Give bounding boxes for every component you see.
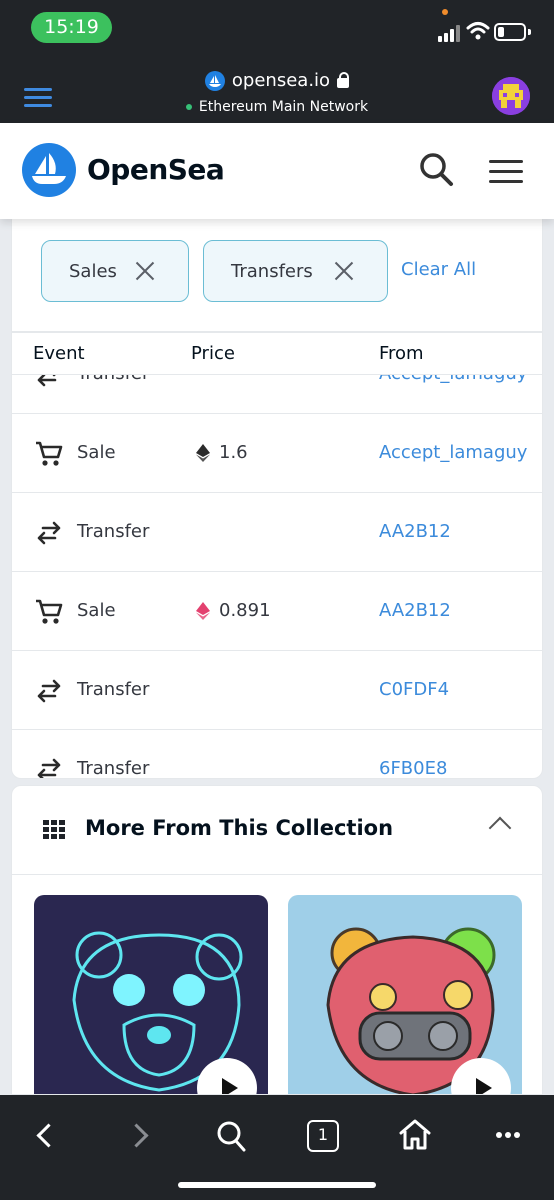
cart-icon xyxy=(35,599,63,625)
column-header-price: Price xyxy=(191,343,235,364)
url-display[interactable]: opensea.io xyxy=(0,70,554,96)
event-type: Transfer xyxy=(77,679,150,700)
table-row[interactable]: Sale 0.891 AA2B12 xyxy=(12,572,542,651)
filter-chip-label: Transfers xyxy=(231,260,313,282)
search-icon[interactable] xyxy=(216,1120,246,1152)
transfer-icon xyxy=(35,757,63,778)
from-account-link[interactable]: AA2B12 xyxy=(379,600,451,621)
cart-icon xyxy=(35,441,63,467)
battery-icon xyxy=(494,23,526,41)
filter-chip-label: Sales xyxy=(69,260,117,282)
table-row[interactable]: Transfer AA2B12 xyxy=(12,493,542,572)
network-indicator: Ethereum Main Network xyxy=(0,99,554,115)
home-icon[interactable] xyxy=(398,1117,432,1151)
battery-cap xyxy=(528,29,531,35)
price-value: 1.6 xyxy=(219,442,248,463)
wallet-avatar[interactable] xyxy=(492,77,530,115)
filter-chip-transfers[interactable]: Transfers xyxy=(203,240,388,302)
chevron-up-icon[interactable] xyxy=(488,816,512,840)
privacy-indicator-dot xyxy=(442,9,448,15)
column-header-from: From xyxy=(379,343,424,364)
lock-icon xyxy=(337,71,350,88)
table-row[interactable]: Sale 1.6 Accept_lamaguy xyxy=(12,414,542,493)
close-icon[interactable] xyxy=(135,261,155,281)
ethereum-icon xyxy=(196,444,210,462)
more-from-collection-panel: More From This Collection xyxy=(11,785,543,1095)
ethereum-icon xyxy=(196,602,210,620)
home-indicator xyxy=(178,1182,376,1188)
table-row[interactable]: Transfer 6FB0E8 xyxy=(12,730,542,779)
tabs-button[interactable]: 1 xyxy=(307,1120,339,1152)
url-text: opensea.io xyxy=(231,70,331,91)
transfer-icon xyxy=(35,678,63,704)
table-body[interactable]: Transfer Accept_lamaguySale 1.6 Accept_lama… xyxy=(12,333,542,779)
event-type: Sale xyxy=(77,442,116,463)
event-type: Transfer xyxy=(77,758,150,779)
from-account-link[interactable]: C0FDF4 xyxy=(379,679,449,700)
search-icon[interactable] xyxy=(418,151,454,187)
wifi-icon xyxy=(466,22,490,40)
cellular-signal-icon xyxy=(438,24,460,42)
brand-name[interactable]: OpenSea xyxy=(87,153,225,186)
transfer-icon xyxy=(35,520,63,546)
nft-card-neon-bear[interactable] xyxy=(34,895,268,1094)
network-name: Ethereum Main Network xyxy=(198,99,369,115)
collection-panel-title: More From This Collection xyxy=(85,816,394,840)
clear-all-link[interactable]: Clear All xyxy=(401,259,476,280)
site-favicon-icon xyxy=(204,70,225,91)
grid-icon xyxy=(43,820,67,840)
from-account-link[interactable]: Accept_lamaguy xyxy=(379,442,527,463)
event-type: Transfer xyxy=(77,521,150,542)
from-account-link[interactable]: AA2B12 xyxy=(379,521,451,542)
opensea-logo-icon[interactable] xyxy=(22,143,76,197)
event-filters: Sales Transfers Clear All xyxy=(11,219,543,332)
filter-chip-sales[interactable]: Sales xyxy=(41,240,189,302)
network-status-dot xyxy=(185,104,192,110)
table-row[interactable]: Transfer C0FDF4 xyxy=(12,651,542,730)
from-account-link[interactable]: 6FB0E8 xyxy=(379,758,447,778)
nft-card-gasmask-bear[interactable] xyxy=(288,895,522,1094)
column-header-event: Event xyxy=(33,343,85,364)
price-value: 0.891 xyxy=(219,600,271,621)
activity-table: Event Price From TransferAccept_lamaguyS… xyxy=(11,332,543,779)
event-type: Sale xyxy=(77,600,116,621)
status-time: 15:19 xyxy=(31,12,112,43)
site-menu-icon[interactable] xyxy=(489,160,523,184)
site-header: OpenSea xyxy=(0,123,554,219)
table-header: Event Price From xyxy=(12,333,542,375)
collection-panel-header[interactable]: More From This Collection xyxy=(12,786,542,875)
close-icon[interactable] xyxy=(334,261,354,281)
